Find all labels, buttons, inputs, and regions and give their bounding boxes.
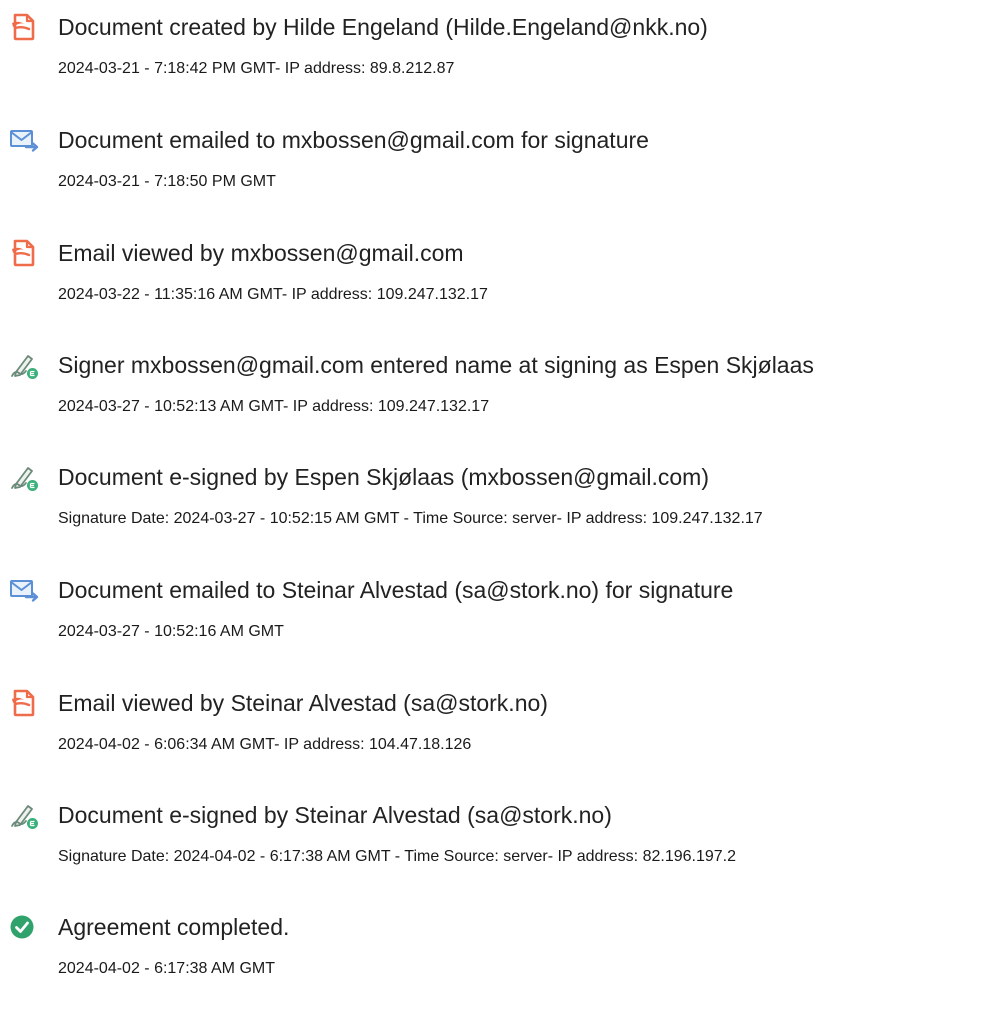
audit-event-e-signed: Document e-signed by Steinar Alvestad (s… xyxy=(0,788,1000,898)
event-title: Document created by Hilde Engeland (Hild… xyxy=(58,14,708,40)
audit-event-name-entered: Signer mxbossen@gmail.com entered name a… xyxy=(0,338,1000,448)
event-title: Email viewed by mxbossen@gmail.com xyxy=(58,240,464,266)
email-sent-icon xyxy=(9,125,39,155)
e-sign-pen-icon xyxy=(9,350,39,380)
event-title: Document emailed to Steinar Alvestad (sa… xyxy=(58,577,734,603)
audit-event-e-signed: Document e-signed by Espen Skjølaas (mxb… xyxy=(0,450,1000,560)
event-timestamp: 2024-03-21 - 7:18:42 PM GMT- IP address:… xyxy=(58,60,455,77)
event-timestamp: 2024-03-21 - 7:18:50 PM GMT xyxy=(58,173,276,190)
event-timestamp: 2024-03-22 - 11:35:16 AM GMT- IP address… xyxy=(58,286,488,303)
event-timestamp: 2024-03-27 - 10:52:13 AM GMT- IP address… xyxy=(58,398,490,415)
event-title: Document e-signed by Espen Skjølaas (mxb… xyxy=(58,464,709,490)
event-timestamp: 2024-03-27 - 10:52:16 AM GMT xyxy=(58,623,284,640)
e-sign-pen-icon xyxy=(9,462,39,492)
audit-event-email-viewed: Email viewed by mxbossen@gmail.com 2024-… xyxy=(0,226,1000,336)
audit-event-email-viewed: Email viewed by Steinar Alvestad (sa@sto… xyxy=(0,676,1000,786)
event-title: Signer mxbossen@gmail.com entered name a… xyxy=(58,352,814,378)
event-timestamp: 2024-04-02 - 6:17:38 AM GMT xyxy=(58,960,275,977)
document-viewed-icon xyxy=(9,238,39,268)
event-title: Document emailed to mxbossen@gmail.com f… xyxy=(58,127,649,153)
email-sent-icon xyxy=(9,575,39,605)
agreement-completed-check-icon xyxy=(9,912,39,942)
audit-event-email-sent: Document emailed to mxbossen@gmail.com f… xyxy=(0,113,1000,223)
e-sign-pen-icon xyxy=(9,800,39,830)
event-title: Agreement completed. xyxy=(58,914,290,940)
document-created-icon xyxy=(9,12,39,42)
audit-event-email-sent: Document emailed to Steinar Alvestad (sa… xyxy=(0,563,1000,673)
event-timestamp: 2024-04-02 - 6:06:34 AM GMT- IP address:… xyxy=(58,736,472,753)
event-title: Document e-signed by Steinar Alvestad (s… xyxy=(58,802,612,828)
audit-event-document-created: Document created by Hilde Engeland (Hild… xyxy=(0,0,1000,110)
event-timestamp: Signature Date: 2024-04-02 - 6:17:38 AM … xyxy=(58,848,736,865)
event-title: Email viewed by Steinar Alvestad (sa@sto… xyxy=(58,690,548,716)
audit-event-list: Document created by Hilde Engeland (Hild… xyxy=(0,0,1000,994)
event-timestamp: Signature Date: 2024-03-27 - 10:52:15 AM… xyxy=(58,510,763,527)
document-viewed-icon xyxy=(9,688,39,718)
